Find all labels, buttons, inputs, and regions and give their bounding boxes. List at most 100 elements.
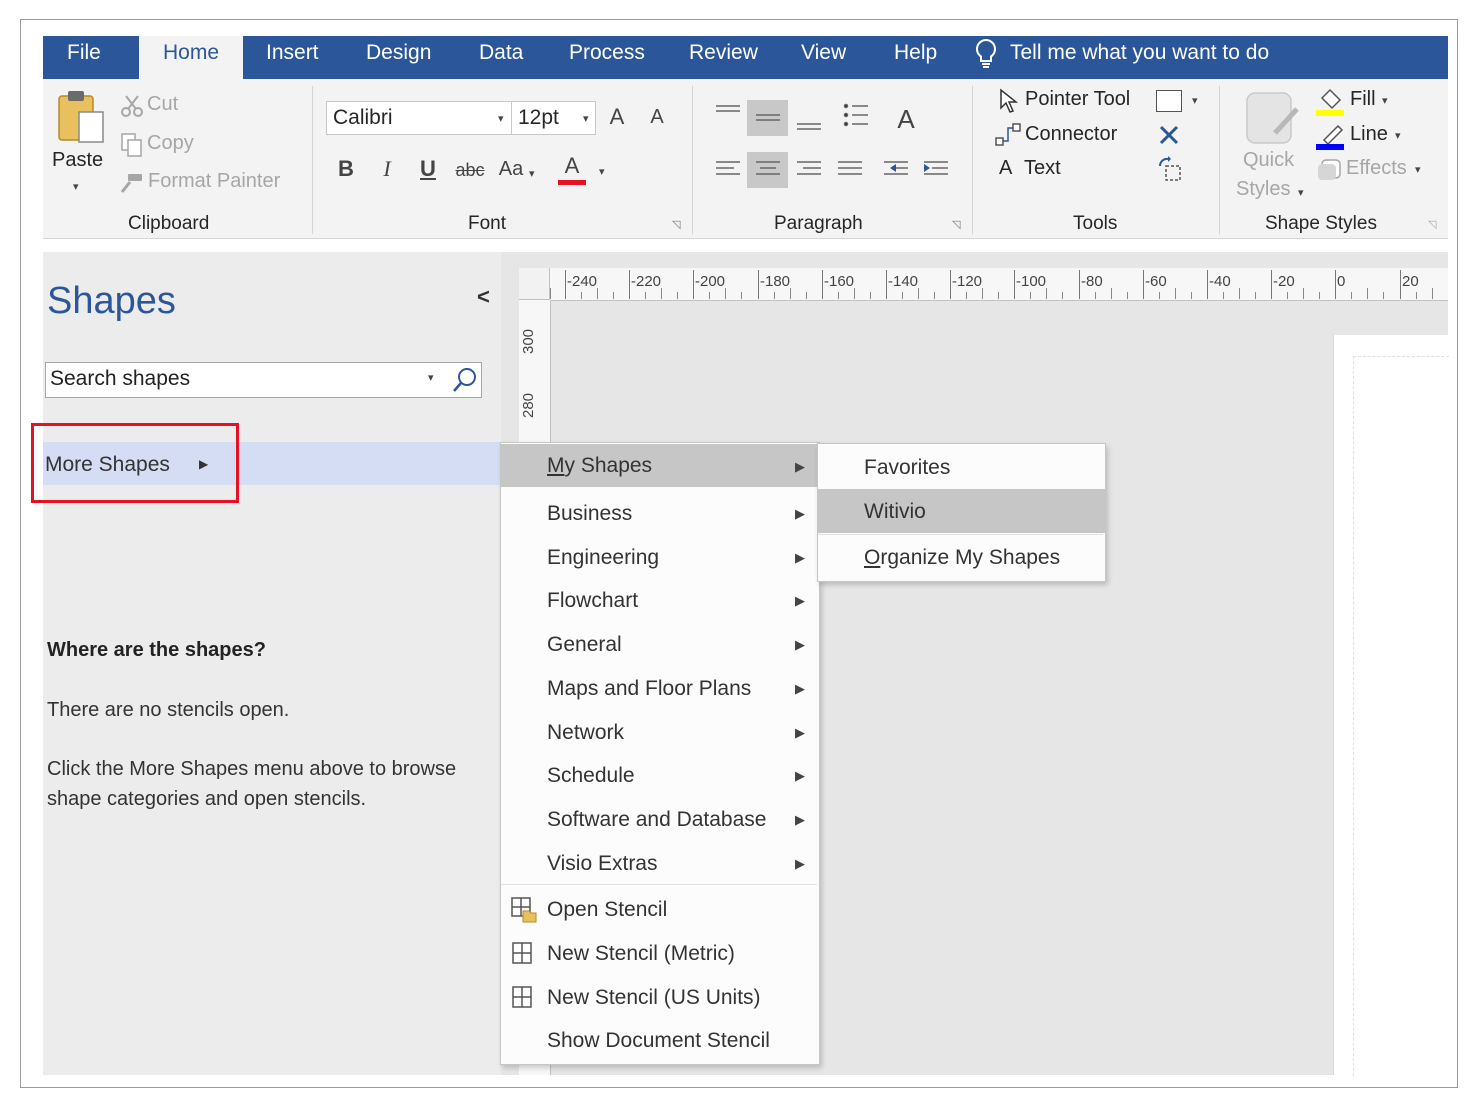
font-color-button[interactable]: A xyxy=(559,153,585,179)
strikethrough-button[interactable]: abc xyxy=(452,160,488,181)
ruler-minor-tick xyxy=(838,292,839,299)
menu-item-engineering[interactable]: Engineering ▶ xyxy=(501,546,819,576)
tab-review[interactable]: Review xyxy=(689,36,758,79)
paste-dropdown-icon[interactable]: ▾ xyxy=(73,180,79,193)
quick-styles-button-line2[interactable]: Styles xyxy=(1236,178,1290,201)
ruler-minor-tick xyxy=(1223,292,1224,299)
search-icon[interactable] xyxy=(451,366,479,394)
ruler-minor-tick xyxy=(1127,292,1128,299)
submenu-arrow-icon: ▶ xyxy=(795,506,805,521)
ruler-minor-tick xyxy=(613,292,614,299)
no-shapes-heading: Where are the shapes? xyxy=(47,639,266,661)
fill-dropdown-icon[interactable]: ▾ xyxy=(1382,94,1388,107)
submenu-arrow-icon: ▶ xyxy=(795,856,805,871)
ruler-tick-label: -120 xyxy=(952,273,983,290)
ruler-minor-tick xyxy=(1046,288,1047,299)
tab-view[interactable]: View xyxy=(801,36,846,79)
page-margin-guide xyxy=(1353,356,1449,1076)
ruler-major-tick xyxy=(950,270,951,299)
ruler-minor-tick xyxy=(1111,288,1112,299)
menu-item-visio-extras[interactable]: Visio Extras ▶ xyxy=(501,852,819,882)
paragraph-dialog-launcher-icon[interactable]: ◹ xyxy=(952,218,960,231)
ruler-minor-tick xyxy=(1432,288,1433,299)
menu-item-network[interactable]: Network ▶ xyxy=(501,721,819,751)
tell-me-search[interactable]: Tell me what you want to do xyxy=(1010,36,1269,70)
change-case-dropdown-icon[interactable]: ▾ xyxy=(529,167,535,180)
submenu-item-favorites[interactable]: Favorites xyxy=(818,456,1105,486)
ruler-minor-tick xyxy=(1351,292,1352,299)
quick-styles-dropdown-icon[interactable]: ▾ xyxy=(1298,186,1304,199)
submenu-item-organize-my-shapes[interactable]: Organize My Shapes xyxy=(818,546,1105,576)
menu-item-new-stencil-metric[interactable]: New Stencil (Metric) xyxy=(501,942,819,972)
font-color-dropdown-icon[interactable]: ▾ xyxy=(599,165,605,178)
shape-dropdown-icon[interactable]: ▾ xyxy=(1192,94,1198,107)
copy-button[interactable]: Copy xyxy=(147,132,194,155)
shape-styles-dialog-launcher-icon[interactable]: ◹ xyxy=(1428,218,1436,231)
menu-item-new-stencil-us[interactable]: New Stencil (US Units) xyxy=(501,986,819,1016)
change-case-button[interactable]: Aa xyxy=(496,158,526,181)
menu-item-show-document-stencil[interactable]: Show Document Stencil xyxy=(501,1029,819,1059)
quick-styles-button[interactable]: Quick xyxy=(1243,149,1294,172)
menu-item-software-and-database[interactable]: Software and Database ▶ xyxy=(501,808,819,838)
ruler-corner xyxy=(519,268,550,300)
menu-item-schedule[interactable]: Schedule ▶ xyxy=(501,764,819,794)
tab-design[interactable]: Design xyxy=(366,36,431,79)
search-dropdown-icon[interactable]: ▾ xyxy=(428,371,434,384)
rotate-shape-icon[interactable] xyxy=(1156,156,1184,184)
menu-item-my-shapes[interactable]: My Shapes ▶ xyxy=(501,444,819,487)
fill-button[interactable]: Fill xyxy=(1350,88,1376,111)
line-dropdown-icon[interactable]: ▾ xyxy=(1395,129,1401,142)
tab-process[interactable]: Process xyxy=(569,36,645,79)
font-family-dropdown-icon[interactable]: ▾ xyxy=(498,112,504,125)
format-painter-button[interactable]: Format Painter xyxy=(148,170,280,193)
submenu-item-witivio[interactable]: Witivio xyxy=(818,489,1105,533)
menu-item-open-stencil[interactable]: Open Stencil xyxy=(501,898,819,928)
cut-button[interactable]: Cut xyxy=(147,93,178,116)
grow-font-icon[interactable]: A xyxy=(606,104,628,130)
ruler-minor-tick xyxy=(1319,292,1320,299)
menu-item-maps-and-floor-plans[interactable]: Maps and Floor Plans ▶ xyxy=(501,677,819,707)
connection-point-icon[interactable] xyxy=(1158,124,1180,146)
shape-styles-group-label: Shape Styles xyxy=(1265,213,1377,234)
font-size-dropdown-icon[interactable]: ▾ xyxy=(583,112,589,125)
font-family-select[interactable]: Calibri xyxy=(326,101,512,135)
ruler-minor-tick xyxy=(982,288,983,299)
effects-button[interactable]: Effects xyxy=(1346,157,1407,180)
ruler-minor-tick xyxy=(1255,292,1256,299)
menu-item-flowchart[interactable]: Flowchart ▶ xyxy=(501,589,819,619)
fill-bucket-icon xyxy=(1316,88,1344,116)
pointer-tool-button[interactable]: Pointer Tool xyxy=(1025,88,1130,111)
tab-file[interactable]: File xyxy=(67,36,101,79)
collapse-pane-button[interactable]: < xyxy=(477,284,490,310)
tab-data[interactable]: Data xyxy=(479,36,523,79)
connector-button[interactable]: Connector xyxy=(1025,123,1117,146)
menu-item-business[interactable]: Business ▶ xyxy=(501,502,819,532)
ruler-tick-label: -80 xyxy=(1081,273,1103,290)
italic-button[interactable]: I xyxy=(375,156,399,182)
text-tool-button[interactable]: Text xyxy=(1024,157,1061,180)
ruler-minor-tick xyxy=(966,292,967,299)
shrink-font-icon[interactable]: A xyxy=(646,106,668,129)
ruler-tick-label: -20 xyxy=(1273,273,1295,290)
rectangle-shape-icon[interactable] xyxy=(1156,90,1182,112)
text-size-icon[interactable]: A xyxy=(892,104,920,135)
ruler-minor-tick xyxy=(741,292,742,299)
ruler-minor-tick xyxy=(774,292,775,299)
paste-button[interactable]: Paste xyxy=(52,149,103,172)
font-dialog-launcher-icon[interactable]: ◹ xyxy=(672,218,680,231)
bold-button[interactable]: B xyxy=(334,156,358,182)
ruler-minor-tick xyxy=(1095,292,1096,299)
submenu-arrow-icon: ▶ xyxy=(795,768,805,783)
ruler-major-tick xyxy=(1207,270,1208,299)
line-button[interactable]: Line xyxy=(1350,123,1388,146)
menu-item-general[interactable]: General ▶ xyxy=(501,633,819,663)
tab-help[interactable]: Help xyxy=(894,36,937,79)
ribbon-separator xyxy=(312,86,313,234)
tab-insert[interactable]: Insert xyxy=(266,36,319,79)
search-shapes-input[interactable]: Search shapes xyxy=(50,367,190,391)
underline-button[interactable]: U xyxy=(416,156,440,182)
submenu-arrow-icon: ▶ xyxy=(795,593,805,608)
search-shapes-box[interactable]: Search shapes ▾ xyxy=(45,362,482,398)
effects-dropdown-icon[interactable]: ▾ xyxy=(1415,163,1421,176)
tab-home[interactable]: Home xyxy=(139,36,243,80)
